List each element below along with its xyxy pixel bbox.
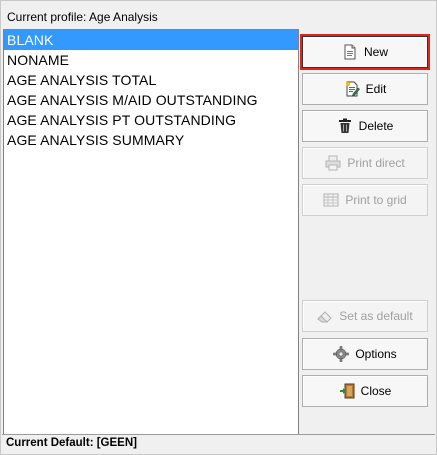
list-item[interactable]: AGE ANALYSIS M/AID OUTSTANDING xyxy=(4,90,298,110)
print-to-grid-button-label: Print to grid xyxy=(345,193,407,207)
print-to-grid-button[interactable]: Print to grid xyxy=(302,184,428,216)
grid-icon xyxy=(323,192,339,208)
close-button[interactable]: Close xyxy=(302,375,428,407)
set-as-default-button[interactable]: Set as default xyxy=(302,300,428,332)
new-button[interactable]: New xyxy=(300,34,430,70)
list-item[interactable]: AGE ANALYSIS SUMMARY xyxy=(4,130,298,150)
delete-button[interactable]: Delete xyxy=(302,110,428,142)
status-bar: Current Default: [GEEN] xyxy=(2,434,435,452)
current-profile-label: Current profile: Age Analysis xyxy=(7,10,158,24)
new-button-label: New xyxy=(363,45,388,59)
print-direct-button-label: Print direct xyxy=(347,156,405,170)
exit-door-icon xyxy=(339,383,355,399)
profile-list[interactable]: BLANK NONAME AGE ANALYSIS TOTAL AGE ANAL… xyxy=(3,29,299,435)
list-item[interactable]: BLANK xyxy=(4,30,298,50)
new-document-icon xyxy=(342,44,358,60)
set-as-default-button-label: Set as default xyxy=(339,309,413,323)
delete-button-label: Delete xyxy=(358,119,394,133)
list-item[interactable]: AGE ANALYSIS PT OUTSTANDING xyxy=(4,110,298,130)
printer-icon xyxy=(325,155,341,171)
edit-button-label: Edit xyxy=(365,82,387,96)
options-button[interactable]: Options xyxy=(302,338,428,370)
close-button-label: Close xyxy=(360,384,392,398)
trash-icon xyxy=(337,118,353,134)
list-item[interactable]: NONAME xyxy=(4,50,298,70)
profile-dialog: Current profile: Age Analysis BLANK NONA… xyxy=(0,0,437,455)
edit-document-icon xyxy=(344,81,360,97)
edit-button[interactable]: Edit xyxy=(302,73,428,105)
options-button-label: Options xyxy=(355,347,397,361)
list-item[interactable]: AGE ANALYSIS TOTAL xyxy=(4,70,298,90)
print-direct-button[interactable]: Print direct xyxy=(302,147,428,179)
eraser-icon xyxy=(317,308,333,324)
gear-icon xyxy=(333,346,350,362)
